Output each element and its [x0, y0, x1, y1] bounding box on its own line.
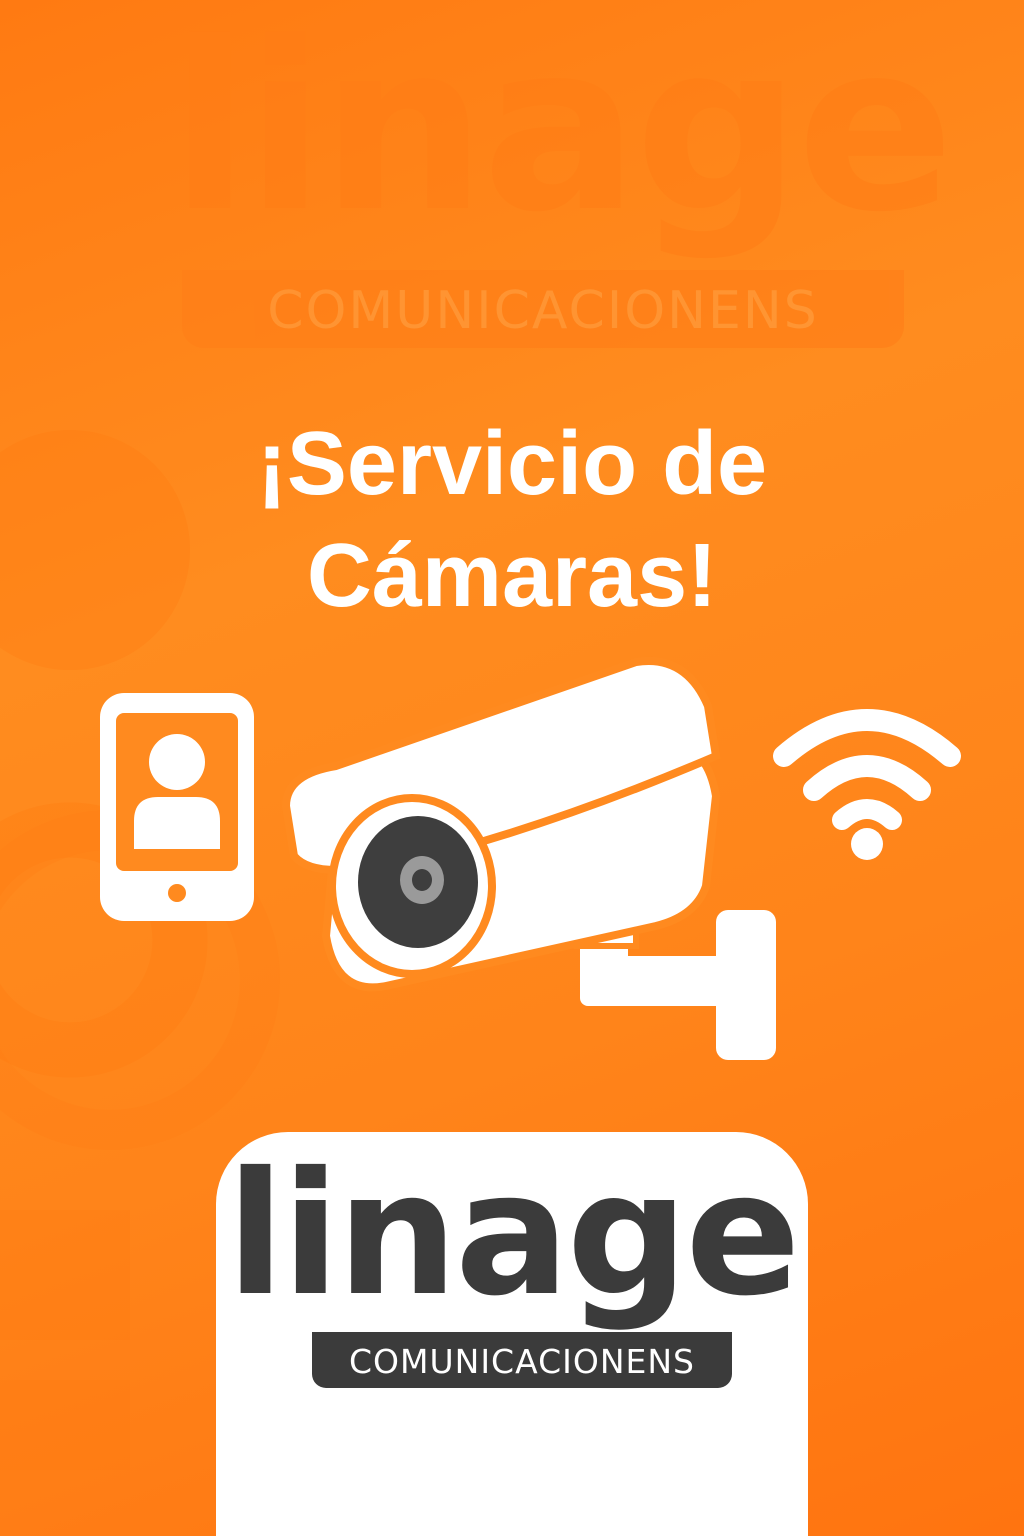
wifi-icon — [773, 709, 961, 860]
page-title: ¡Servicio de Cámaras! — [0, 408, 1024, 632]
headline-line-1: ¡Servicio de — [256, 414, 768, 514]
watermark-logo-tagline: COMUNICACIONENS — [267, 281, 819, 341]
brand-logo-tagline: COMUNICACIONENS — [348, 1342, 695, 1381]
headline-line-2: Cámaras! — [306, 526, 718, 626]
watermark-logo: linage COMUNICACIONENS — [0, 0, 1024, 360]
brand-logo-word: linage — [226, 1136, 800, 1334]
brand-logo-card: linage COMUNICACIONENS — [216, 1132, 808, 1536]
brand-logo-band: COMUNICACIONENS — [312, 1332, 732, 1388]
smartphone-user-icon — [100, 693, 254, 921]
watermark-logo-band: COMUNICACIONENS — [182, 270, 904, 348]
watermark-logo-word: linage — [170, 0, 954, 263]
security-camera-icon — [281, 657, 776, 1060]
